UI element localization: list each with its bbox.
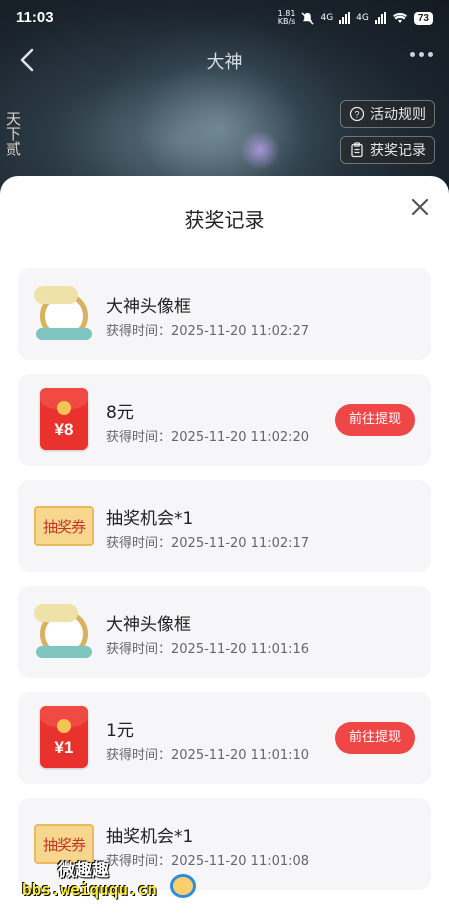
status-icons: 1.81 KB/s 4G 4G 73	[278, 10, 433, 26]
records-button[interactable]: 获奖记录	[340, 136, 435, 164]
page-title: 大神	[206, 52, 243, 73]
status-time: 11:03	[16, 9, 54, 26]
close-icon[interactable]	[409, 196, 431, 218]
red-packet-icon: ¥8	[32, 388, 96, 452]
net-speed-unit: KB/s	[277, 17, 296, 26]
red-packet-icon: ¥1	[32, 706, 96, 770]
net-speed: 1.81 KB/s	[278, 10, 296, 26]
glow-effect	[240, 130, 280, 170]
signal-icon	[339, 12, 351, 24]
records-label: 获奖记录	[370, 143, 426, 159]
avatar-frame-icon	[32, 282, 96, 346]
watermark-url: bbs.weiququ.cn	[22, 880, 157, 899]
clipboard-icon	[351, 142, 363, 158]
net-type-1: 4G	[320, 13, 334, 23]
records-sheet: 获奖记录 大神头像框 获得时间：2025-11-20 11:02:27 ¥8 8…	[0, 176, 449, 920]
question-circle-icon: ?	[349, 106, 365, 122]
item-name: 8元	[106, 403, 134, 423]
item-time: 获得时间：2025-11-20 11:02:27	[106, 324, 310, 339]
rules-label: 活动规则	[370, 107, 426, 123]
list-item: ¥8 8元 获得时间：2025-11-20 11:02:20 前往提现	[18, 374, 431, 466]
watermark: 微趣趣 bbs.weiququ.cn	[20, 852, 200, 902]
item-time: 获得时间：2025-11-20 11:02:20	[106, 430, 310, 445]
lottery-ticket-icon: 抽奖券	[32, 494, 96, 558]
item-name: 大神头像框	[106, 297, 191, 317]
red-packet-amount: ¥8	[54, 420, 74, 439]
wifi-icon	[392, 12, 407, 23]
withdraw-button[interactable]: 前往提现	[334, 404, 415, 436]
list-item: 大神头像框 获得时间：2025-11-20 11:02:27	[18, 268, 431, 360]
withdraw-button[interactable]: 前往提现	[334, 722, 415, 754]
ticket-text: 抽奖券	[34, 506, 94, 546]
item-time: 获得时间：2025-11-20 11:01:10	[106, 748, 310, 763]
item-name: 抽奖机会*1	[106, 827, 194, 847]
nav-bar: 大神	[0, 40, 449, 80]
item-time: 获得时间：2025-11-20 11:02:17	[106, 536, 310, 551]
item-time: 获得时间：2025-11-20 11:01:16	[106, 642, 310, 657]
list-item: ¥1 1元 获得时间：2025-11-20 11:01:10 前往提现	[18, 692, 431, 784]
battery-icon: 73	[413, 11, 433, 25]
item-name: 1元	[106, 721, 134, 741]
mascot-icon	[170, 874, 196, 898]
status-bar: 11:03 1.81 KB/s 4G 4G 73	[0, 0, 449, 36]
signal-icon-2	[374, 12, 386, 24]
red-packet-amount: ¥1	[54, 738, 74, 757]
watermark-title: 微趣趣	[58, 861, 109, 881]
net-type-2: 4G	[356, 13, 369, 23]
svg-text:?: ?	[354, 110, 359, 120]
sheet-title: 获奖记录	[184, 208, 265, 232]
item-name: 大神头像框	[106, 615, 191, 635]
records-list: 大神头像框 获得时间：2025-11-20 11:02:27 ¥8 8元 获得时…	[18, 268, 431, 904]
list-item: 大神头像框 获得时间：2025-11-20 11:01:16	[18, 586, 431, 678]
rules-button[interactable]: ? 活动规则	[340, 100, 435, 128]
game-logo-calligraphy: 天下贰	[6, 110, 22, 158]
avatar-frame-icon	[32, 600, 96, 664]
more-icon[interactable]	[410, 52, 433, 57]
item-name: 抽奖机会*1	[106, 509, 194, 529]
list-item: 抽奖券 抽奖机会*1 获得时间：2025-11-20 11:02:17	[18, 480, 431, 572]
mute-icon	[301, 11, 315, 25]
